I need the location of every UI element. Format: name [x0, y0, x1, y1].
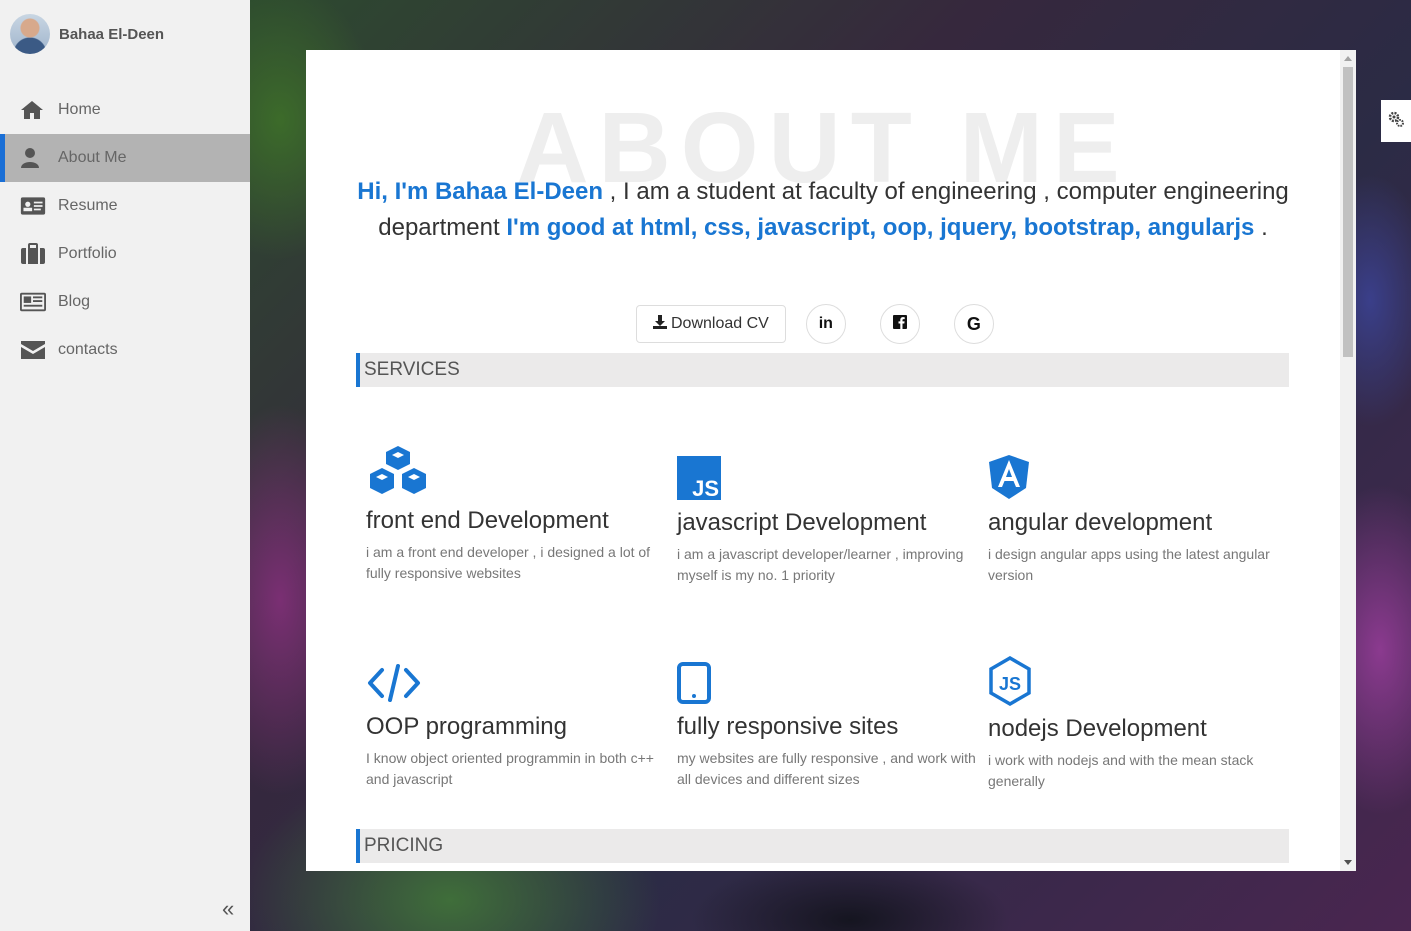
- sidebar-item-blog[interactable]: Blog: [0, 278, 250, 326]
- user-icon: [20, 147, 46, 169]
- svg-text:JS: JS: [999, 674, 1021, 694]
- newspaper-icon: [20, 291, 46, 313]
- sidebar: Bahaa El-Deen Home About Me Resume Portf…: [0, 0, 250, 931]
- service-card: JS nodejs Development i work with nodejs…: [988, 650, 1288, 792]
- sidebar-item-label: Blog: [58, 293, 91, 310]
- service-desc: I know object oriented programmin in bot…: [366, 750, 654, 787]
- service-desc: i work with nodejs and with the mean sta…: [988, 752, 1254, 789]
- scroll-up-arrow[interactable]: [1344, 56, 1352, 61]
- download-icon: [653, 314, 671, 334]
- sidebar-item-label: Home: [58, 101, 101, 118]
- envelope-icon: [20, 339, 46, 361]
- panel-scrollbar[interactable]: [1340, 50, 1356, 871]
- service-desc: i design angular apps using the latest a…: [988, 546, 1270, 583]
- google-button[interactable]: G: [953, 304, 994, 344]
- sidebar-item-label: Portfolio: [58, 245, 117, 262]
- scroll-down-arrow[interactable]: [1344, 860, 1352, 865]
- intro-end: .: [1254, 214, 1268, 241]
- collapse-sidebar-button[interactable]: «: [222, 896, 234, 922]
- pricing-heading: PRICING: [356, 829, 1289, 863]
- download-cv-button[interactable]: Download CV: [636, 305, 786, 343]
- service-card: JS javascript Development i am a javascr…: [677, 444, 977, 586]
- briefcase-icon: [20, 243, 46, 265]
- service-title: nodejs Development: [988, 715, 1207, 742]
- service-title: OOP programming: [366, 713, 567, 740]
- gears-icon: [1387, 110, 1405, 133]
- sidebar-item-home[interactable]: Home: [0, 86, 250, 134]
- sidebar-item-label: About Me: [58, 149, 127, 166]
- profile[interactable]: Bahaa El-Deen: [10, 14, 164, 54]
- sidebar-item-contacts[interactable]: contacts: [0, 326, 250, 374]
- avatar: [10, 14, 50, 54]
- download-cv-label: Download CV: [671, 315, 769, 332]
- linkedin-button[interactable]: in: [805, 304, 846, 344]
- intro-skills: I'm good at html, css, javascript, oop, …: [506, 214, 1255, 241]
- service-title: angular development: [988, 509, 1213, 536]
- svg-text:JS: JS: [692, 476, 719, 500]
- facebook-icon: [892, 314, 907, 334]
- google-icon: G: [966, 313, 981, 334]
- sidebar-nav: Home About Me Resume Portfolio Blog cont…: [0, 86, 250, 374]
- intro-greeting: Hi, I'm Bahaa El-Deen: [357, 178, 604, 205]
- nodejs-icon: JS: [988, 650, 1288, 706]
- about-panel: ABOUT ME Hi, I'm Bahaa El-Deen , I am a …: [306, 50, 1356, 871]
- service-title: front end Development: [366, 507, 609, 534]
- service-card: angular development i design angular app…: [988, 444, 1288, 586]
- services-heading: SERVICES: [356, 353, 1289, 387]
- sidebar-item-resume[interactable]: Resume: [0, 182, 250, 230]
- service-title: fully responsive sites: [677, 713, 899, 740]
- sidebar-item-label: contacts: [58, 341, 118, 358]
- linkedin-icon: in: [818, 315, 833, 332]
- js-icon: JS: [677, 444, 977, 500]
- code-icon: [366, 648, 666, 704]
- cubes-icon: [366, 442, 666, 498]
- service-card: fully responsive sites my websites are f…: [677, 648, 977, 790]
- sidebar-item-label: Resume: [58, 197, 118, 214]
- settings-toggle[interactable]: [1381, 100, 1411, 142]
- sidebar-item-about-me[interactable]: About Me: [0, 134, 250, 182]
- facebook-button[interactable]: [879, 304, 920, 344]
- service-desc: i am a front end developer , i designed …: [366, 544, 651, 581]
- service-desc: i am a javascript developer/learner , im…: [677, 546, 964, 583]
- service-card: OOP programming I know object oriented p…: [366, 648, 666, 790]
- angular-icon: [988, 444, 1288, 500]
- scroll-thumb[interactable]: [1343, 67, 1353, 357]
- home-icon: [20, 99, 46, 121]
- intro-text: Hi, I'm Bahaa El-Deen , I am a student a…: [356, 174, 1290, 246]
- about-actions: Download CV in G: [636, 304, 994, 344]
- sidebar-item-portfolio[interactable]: Portfolio: [0, 230, 250, 278]
- service-desc: my websites are fully responsive , and w…: [677, 750, 976, 787]
- profile-name: Bahaa El-Deen: [59, 25, 165, 43]
- service-title: javascript Development: [677, 509, 927, 536]
- tablet-icon: [677, 648, 977, 704]
- service-card: front end Development i am a front end d…: [366, 442, 666, 584]
- id-card-icon: [20, 195, 46, 217]
